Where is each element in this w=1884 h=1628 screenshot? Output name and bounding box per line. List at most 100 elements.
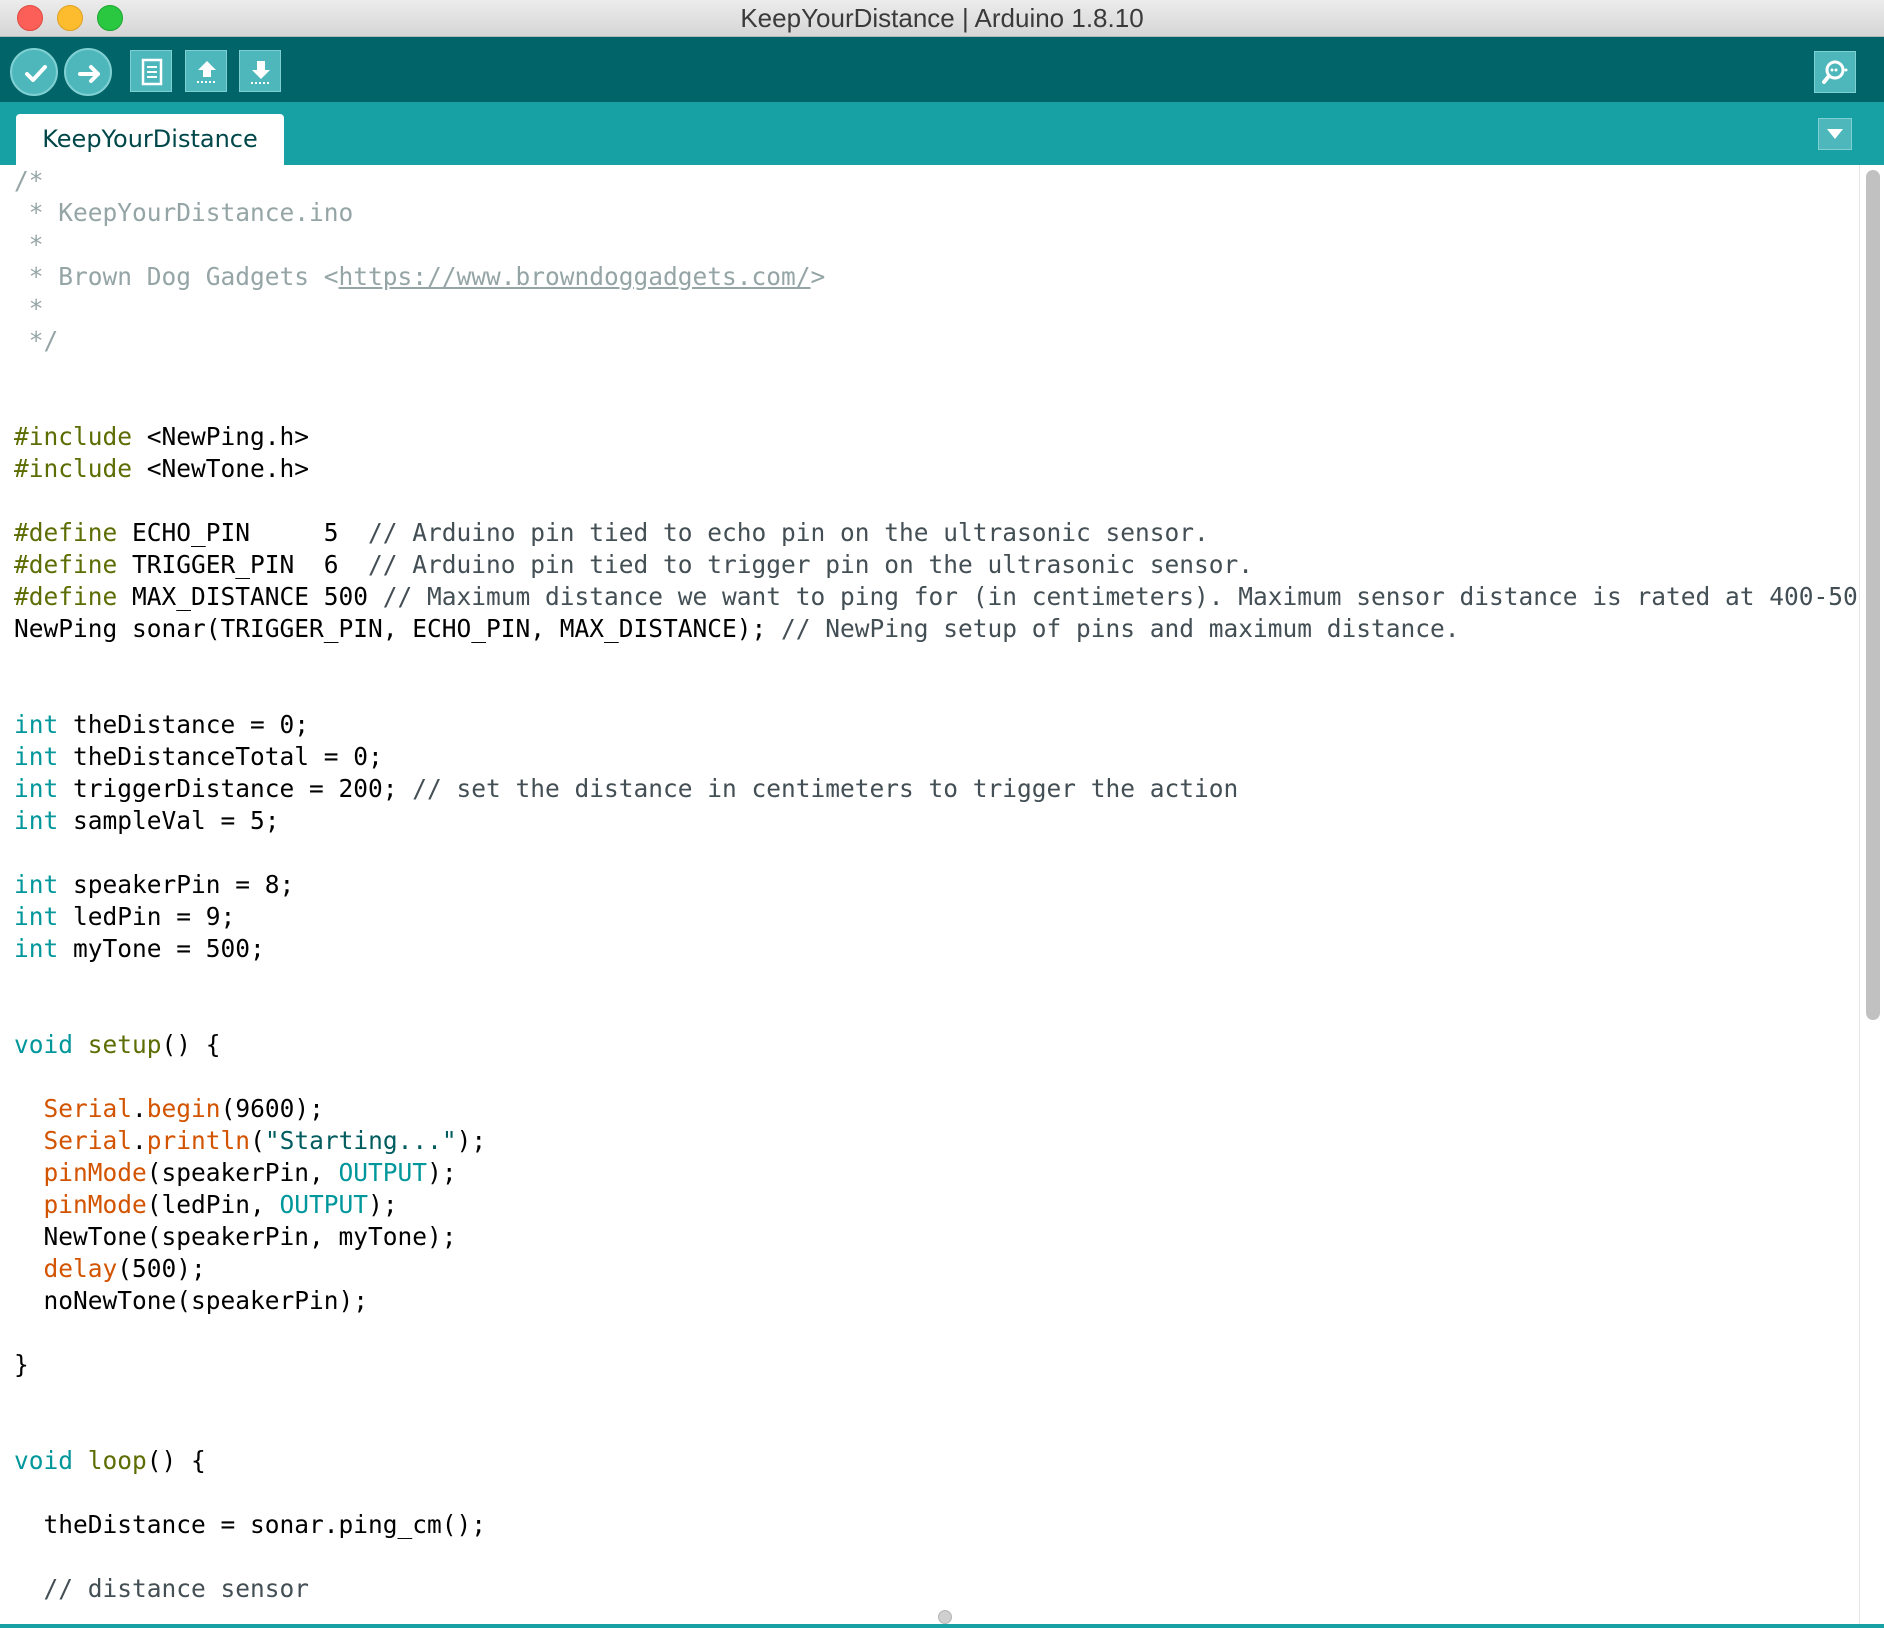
tab-label: KeepYourDistance — [42, 125, 258, 153]
code-line[interactable] — [14, 837, 1854, 869]
code-token: int — [14, 806, 59, 835]
toolbar — [0, 37, 1884, 102]
code-line[interactable]: * KeepYourDistance.ino — [14, 197, 1854, 229]
code-line[interactable]: #include <NewTone.h> — [14, 453, 1854, 485]
code-line[interactable]: pinMode(speakerPin, OUTPUT); — [14, 1157, 1854, 1189]
code-line[interactable]: #include <NewPing.h> — [14, 421, 1854, 453]
arduino-ide-window: KeepYourDistance | Arduino 1.8.10 KeepYo… — [0, 0, 1884, 1628]
code-token: Serial — [43, 1126, 133, 1155]
code-line[interactable]: int triggerDistance = 200; // set the di… — [14, 773, 1854, 805]
code-line[interactable]: // distance sensor — [14, 1573, 1854, 1605]
code-line[interactable] — [14, 1317, 1854, 1349]
code-line[interactable] — [14, 389, 1854, 421]
code-line[interactable] — [14, 357, 1854, 389]
code-line[interactable]: void loop() { — [14, 1445, 1854, 1477]
code-token: * KeepYourDistance.ino — [14, 198, 354, 227]
code-line[interactable]: void setup() { — [14, 1029, 1854, 1061]
code-token: NewPing sonar(TRIGGER_PIN, ECHO_PIN, MAX… — [14, 614, 782, 643]
code-token: triggerDistance = 200; — [58, 774, 413, 803]
code-line[interactable]: int ledPin = 9; — [14, 901, 1854, 933]
code-line[interactable] — [14, 485, 1854, 517]
verify-button[interactable] — [10, 48, 58, 96]
code-token: int — [14, 870, 59, 899]
code-token: . — [132, 1094, 147, 1123]
code-line[interactable]: * — [14, 293, 1854, 325]
tab-keepyourdistance[interactable]: KeepYourDistance — [16, 114, 284, 165]
code-token: (500); — [117, 1254, 206, 1283]
code-line[interactable]: delay(500); — [14, 1253, 1854, 1285]
window-title: KeepYourDistance | Arduino 1.8.10 — [740, 3, 1144, 33]
code-line[interactable]: */ — [14, 325, 1854, 357]
open-icon — [197, 61, 217, 83]
serial-monitor-button[interactable] — [1814, 51, 1856, 93]
code-line[interactable] — [14, 1061, 1854, 1093]
code-line[interactable]: theDistance = sonar.ping_cm(); — [14, 1509, 1854, 1541]
code-token: theDistance = 0; — [58, 710, 310, 739]
code-line[interactable]: int theDistance = 0; — [14, 709, 1854, 741]
code-token: #include — [14, 422, 133, 451]
code-line[interactable]: int theDistanceTotal = 0; — [14, 741, 1854, 773]
code-token: theDistanceTotal = 0; — [58, 742, 383, 771]
code-line[interactable] — [14, 677, 1854, 709]
code-line[interactable] — [14, 965, 1854, 997]
save-sketch-button[interactable] — [239, 50, 281, 92]
code-line[interactable] — [14, 1477, 1854, 1509]
code-line[interactable]: * Brown Dog Gadgets <https://www.browndo… — [14, 261, 1854, 293]
code-token: ); — [368, 1190, 398, 1219]
code-link[interactable]: https://www.browndoggadgets.com/ — [339, 262, 811, 291]
code-line[interactable] — [14, 1381, 1854, 1413]
code-token: sampleVal = 5; — [58, 806, 280, 835]
code-line[interactable]: int sampleVal = 5; — [14, 805, 1854, 837]
upload-icon — [78, 65, 100, 83]
code-token: myTone = 500; — [58, 934, 265, 963]
code-line[interactable]: } — [14, 1349, 1854, 1381]
code-token: int — [14, 774, 59, 803]
code-line[interactable]: NewTone(speakerPin, myTone); — [14, 1221, 1854, 1253]
code-line[interactable]: int speakerPin = 8; — [14, 869, 1854, 901]
code-text[interactable]: /* * KeepYourDistance.ino * * Brown Dog … — [14, 165, 1884, 1605]
code-token: (9600); — [220, 1094, 324, 1123]
code-token: ); — [456, 1126, 487, 1155]
code-token: // distance sensor — [43, 1574, 310, 1603]
code-line[interactable]: NewPing sonar(TRIGGER_PIN, ECHO_PIN, MAX… — [14, 613, 1854, 645]
code-line[interactable]: * — [14, 229, 1854, 261]
code-token: "Starting..." — [264, 1126, 457, 1155]
code-line[interactable]: /* — [14, 165, 1854, 197]
code-line[interactable]: #define MAX_DISTANCE 500 // Maximum dist… — [14, 581, 1884, 613]
code-line[interactable] — [14, 1413, 1854, 1445]
code-token: pinMode — [43, 1190, 147, 1219]
code-line[interactable]: Serial.begin(9600); — [14, 1093, 1854, 1125]
code-line[interactable]: pinMode(ledPin, OUTPUT); — [14, 1189, 1854, 1221]
code-token: (speakerPin, — [146, 1158, 339, 1187]
code-line[interactable] — [14, 645, 1854, 677]
new-sketch-button[interactable] — [130, 50, 172, 92]
code-line[interactable]: #define ECHO_PIN 5 // Arduino pin tied t… — [14, 517, 1854, 549]
open-sketch-button[interactable] — [185, 50, 227, 92]
code-token: () { — [146, 1446, 206, 1475]
code-token: void — [14, 1030, 74, 1059]
code-line[interactable]: int myTone = 500; — [14, 933, 1854, 965]
code-line[interactable]: noNewTone(speakerPin); — [14, 1285, 1854, 1317]
code-token: ECHO_PIN 5 — [117, 518, 369, 547]
code-token: OUTPUT — [338, 1158, 428, 1187]
serial-monitor-icon — [1822, 60, 1848, 84]
code-line[interactable]: #define TRIGGER_PIN 6 // Arduino pin tie… — [14, 549, 1854, 581]
code-token: void — [14, 1446, 74, 1475]
code-token: * — [14, 230, 44, 259]
tab-menu-button[interactable] — [1818, 118, 1852, 150]
code-token: delay — [43, 1254, 118, 1283]
verify-icon — [25, 65, 47, 82]
code-token: int — [14, 742, 59, 771]
code-line[interactable] — [14, 997, 1854, 1029]
code-line[interactable]: Serial.println("Starting..."); — [14, 1125, 1854, 1157]
code-token: */ — [14, 326, 59, 355]
code-line[interactable] — [14, 1541, 1854, 1573]
code-editor[interactable]: /* * KeepYourDistance.ino * * Brown Dog … — [0, 165, 1884, 1628]
upload-button[interactable] — [64, 48, 112, 96]
code-token: } — [14, 1350, 29, 1379]
vertical-scrollbar-thumb[interactable] — [1866, 170, 1880, 1020]
console-resize-handle[interactable] — [938, 1610, 952, 1624]
